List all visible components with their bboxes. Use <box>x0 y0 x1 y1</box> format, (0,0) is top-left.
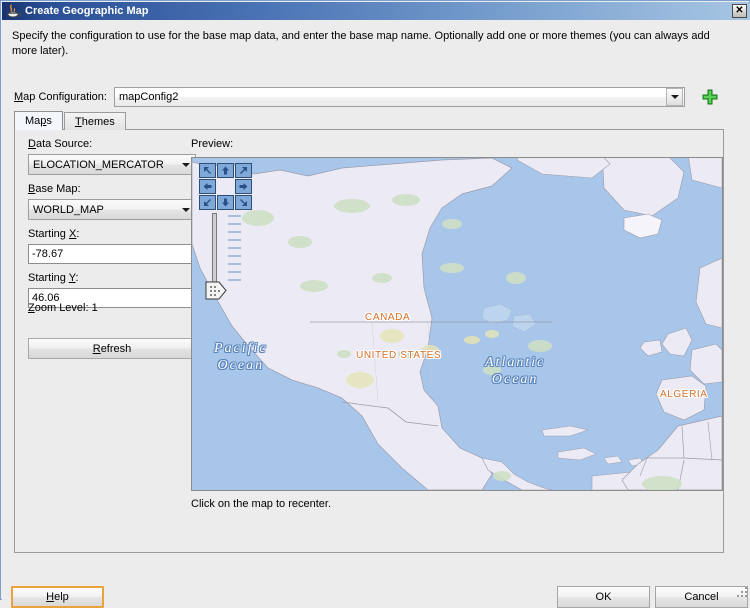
instructions-text: Specify the configuration to use for the… <box>12 30 710 57</box>
create-geographic-map-dialog: Create Geographic Map ✕ Specify the conf… <box>0 0 750 608</box>
zoom-level-label: Zoom Level: 1 <box>28 302 98 314</box>
ocean-label-pacific-line1: Pacific <box>214 341 268 356</box>
arrow-north-icon[interactable] <box>217 163 234 178</box>
tab-maps-label: Maps <box>25 115 52 127</box>
jdeveloper-cup-icon <box>6 3 22 19</box>
country-label-canada: CANADA <box>365 312 411 323</box>
arrow-southeast-icon[interactable] <box>235 195 252 210</box>
arrow-southwest-icon[interactable] <box>199 195 216 210</box>
maps-tab-panel: Data Source: ELOCATION_MERCATOR Base Map… <box>14 129 724 553</box>
map-graphic <box>192 158 722 490</box>
refresh-button-label: Refresh <box>92 342 132 355</box>
pan-center <box>217 179 234 194</box>
ok-button-label: OK <box>595 591 612 603</box>
dialog-content: Specify the configuration to use for the… <box>2 20 750 608</box>
tab-bar: Maps Themes <box>14 111 724 130</box>
data-source-value: ELOCATION_MERCATOR <box>33 158 164 171</box>
zoom-tick <box>228 255 241 257</box>
close-icon[interactable]: ✕ <box>732 4 747 18</box>
base-map-value: WORLD_MAP <box>33 203 104 216</box>
zoom-tick <box>228 263 241 265</box>
zoom-level-value: 1 <box>91 302 98 314</box>
help-button[interactable]: Help <box>11 586 104 608</box>
zoom-slider[interactable] <box>205 213 246 301</box>
title-bar: Create Geographic Map ✕ <box>2 2 750 20</box>
map-configuration-label: Map Configuration: <box>14 91 107 103</box>
data-source-combobox[interactable]: ELOCATION_MERCATOR <box>28 154 196 175</box>
map-configuration-value: mapConfig2 <box>119 91 179 103</box>
starting-x-label: Starting X: <box>28 228 80 240</box>
cancel-button[interactable]: Cancel <box>655 586 748 608</box>
tab-maps[interactable]: Maps <box>14 111 63 130</box>
starting-y-label: Starting Y: <box>28 272 79 284</box>
tab-themes-label: Themes <box>75 115 115 128</box>
recenter-hint: Click on the map to recenter. <box>191 498 332 510</box>
pan-control[interactable] <box>199 163 252 210</box>
base-map-label: Base Map: <box>28 183 81 195</box>
arrow-west-icon[interactable] <box>199 179 216 194</box>
arrow-northeast-icon[interactable] <box>235 163 252 178</box>
zoom-slider-handle[interactable] <box>205 281 227 300</box>
tab-themes[interactable]: Themes <box>64 112 126 130</box>
help-button-label: Help <box>46 591 69 603</box>
ocean-label-pacific: Pacific Ocean <box>214 340 268 374</box>
map-configuration-combobox[interactable]: mapConfig2 <box>114 87 685 107</box>
refresh-button[interactable]: Refresh <box>28 338 196 359</box>
ocean-label-atlantic: Atlantic Ocean <box>485 354 545 388</box>
zoom-tick <box>228 247 241 249</box>
ok-button[interactable]: OK <box>557 586 650 608</box>
starting-x-input[interactable]: -78.67 <box>28 244 196 264</box>
zoom-tick <box>228 239 241 241</box>
zoom-tick <box>228 231 241 233</box>
chevron-down-icon[interactable] <box>666 88 683 106</box>
plus-icon[interactable] <box>701 88 719 106</box>
arrow-east-icon[interactable] <box>235 179 252 194</box>
ocean-label-pacific-line2: Ocean <box>217 358 265 373</box>
zoom-tick <box>228 223 241 225</box>
resize-grip[interactable] <box>736 586 748 598</box>
country-label-algeria: ALGERIA <box>660 389 708 400</box>
zoom-tick <box>228 279 241 281</box>
zoom-tick <box>228 215 241 217</box>
zoom-slider-track[interactable] <box>212 213 217 285</box>
ocean-label-atlantic-line2: Ocean <box>491 372 539 387</box>
data-source-label: Data Source: <box>28 138 93 150</box>
preview-label: Preview: <box>191 138 234 150</box>
map-preview[interactable]: Pacific Ocean Atlantic Ocean CANADA UNIT… <box>191 157 723 491</box>
base-map-combobox[interactable]: WORLD_MAP <box>28 199 196 220</box>
cancel-button-label: Cancel <box>684 591 719 603</box>
window-title: Create Geographic Map <box>25 5 149 17</box>
ocean-label-atlantic-line1: Atlantic <box>485 355 546 370</box>
arrow-south-icon[interactable] <box>217 195 234 210</box>
country-label-united-states: UNITED STATES <box>356 350 442 361</box>
starting-x-value: -78.67 <box>32 248 64 260</box>
map-configuration-row: Map Configuration: mapConfig2 <box>14 87 724 109</box>
zoom-tick <box>228 271 241 273</box>
arrow-northwest-icon[interactable] <box>199 163 216 178</box>
